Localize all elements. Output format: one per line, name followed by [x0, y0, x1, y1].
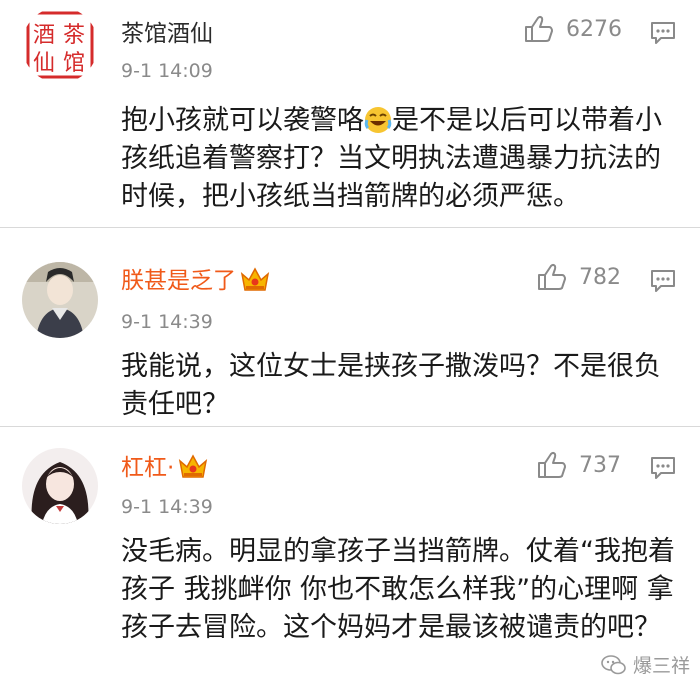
comment-text-part: 抱小孩就可以袭警咯: [121, 105, 364, 136]
comment-icon: [651, 22, 675, 44]
vip-crown-icon: [240, 267, 270, 291]
like-count: 6276: [566, 16, 622, 42]
username-text: 朕甚是乏了: [121, 268, 236, 294]
like-button[interactable]: 6276: [524, 15, 622, 43]
watermark-text: 爆三祥: [632, 655, 690, 677]
reply-button[interactable]: [650, 456, 676, 484]
like-button[interactable]: 737: [537, 451, 621, 479]
timestamp: 9-1 14:39: [121, 311, 213, 333]
like-count: 782: [579, 264, 621, 290]
seal-char: 酒: [33, 23, 55, 48]
seal-char: 仙: [33, 51, 55, 76]
watermark: 爆三祥: [601, 651, 690, 678]
avatar[interactable]: [22, 448, 98, 524]
thumb-up-icon: [525, 16, 553, 42]
seal-char: 茶: [63, 23, 85, 48]
thumb-up-icon: [538, 264, 566, 290]
username[interactable]: 朕甚是乏了: [121, 266, 270, 295]
reply-button[interactable]: [650, 269, 676, 297]
username[interactable]: 杠杠·: [121, 453, 208, 482]
comment-text: 没毛病。明显的拿孩子当挡箭牌。仗着“我抱着孩子 我挑衅你 你也不敢怎么样我”的心…: [121, 536, 675, 643]
timestamp: 9-1 14:39: [121, 496, 213, 518]
wechat-icon: [601, 654, 626, 674]
like-count: 737: [579, 452, 621, 478]
username[interactable]: 茶馆酒仙: [121, 20, 213, 48]
laughing-emoji-icon: [364, 107, 392, 133]
comment-text: 抱小孩就可以袭警咯 是不是以后可以带着小孩纸追着警察打？当文明执法遭遇暴力抗法的时…: [121, 102, 681, 216]
username-text: 杠杠·: [121, 455, 175, 481]
avatar[interactable]: [22, 262, 98, 338]
comment-icon: [651, 457, 675, 479]
seal-char: 馆: [63, 51, 85, 76]
like-button[interactable]: 782: [537, 263, 621, 291]
vip-crown-icon: [179, 454, 208, 478]
avatar[interactable]: 酒 茶 仙 馆: [22, 7, 98, 83]
timestamp: 9-1 14:09: [121, 60, 213, 82]
thumb-up-icon: [538, 452, 566, 478]
comment-icon: [651, 270, 675, 292]
reply-button[interactable]: [650, 21, 676, 49]
comment-text: 我能说，这位女士是挟孩子撒泼吗？不是很负责任吧？: [121, 351, 661, 420]
